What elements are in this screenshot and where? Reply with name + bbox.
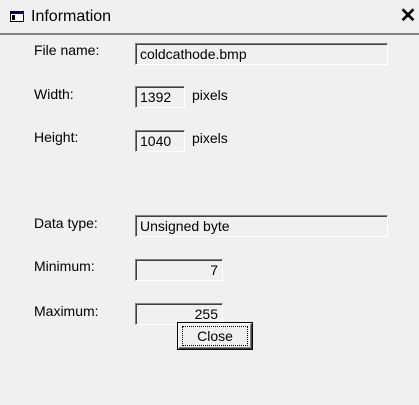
data-type-field: Unsigned byte (135, 215, 388, 237)
maximum-field: 255 (135, 303, 223, 325)
minimum-label: Minimum: (34, 258, 95, 274)
dialog-body: File name: coldcathode.bmp Width: 1392 p… (0, 35, 419, 405)
file-name-field: coldcathode.bmp (135, 43, 388, 65)
window-title: Information (31, 8, 112, 25)
close-icon[interactable]: ✕ (398, 4, 418, 28)
data-type-label: Data type: (34, 215, 98, 231)
information-dialog: Information ✕ File name: coldcathode.bmp… (0, 0, 419, 405)
title-bar[interactable]: Information ✕ (0, 0, 419, 35)
close-button-label: Close (182, 326, 248, 346)
close-button[interactable]: Close (178, 323, 252, 349)
minimum-field: 7 (135, 259, 223, 281)
file-name-label: File name: (34, 42, 100, 58)
width-unit: pixels (192, 87, 228, 103)
maximum-label: Maximum: (34, 303, 99, 319)
window-icon (10, 11, 24, 22)
width-label: Width: (34, 86, 74, 102)
width-field: 1392 (135, 86, 185, 108)
height-label: Height: (34, 129, 79, 145)
height-unit: pixels (192, 130, 228, 146)
height-field: 1040 (135, 130, 185, 152)
